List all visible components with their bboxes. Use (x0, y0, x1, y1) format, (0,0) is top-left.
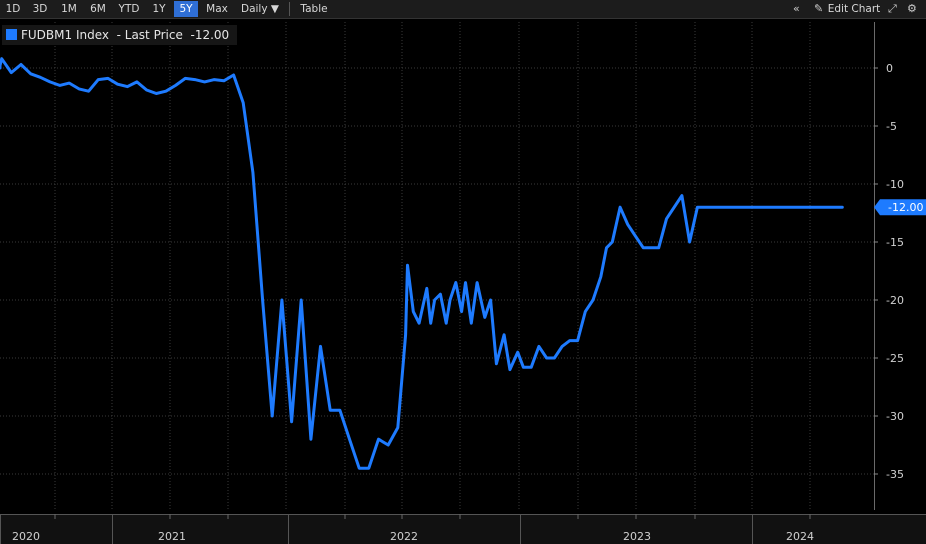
y-tick-label: -20 (886, 294, 904, 307)
y-tick-label: -15 (886, 236, 904, 249)
x-tick-label: 2021 (158, 530, 186, 543)
chart-area: 0 -5 -10 -15 -20 -25 -30 -35 2020 2021 2022 2023 202… (0, 22, 926, 544)
plot-background (0, 22, 874, 510)
y-tick-label: -10 (886, 178, 904, 191)
y-tick-label: -5 (886, 120, 897, 133)
legend-label: FUDBM1 Index - Last Price -12.00 (21, 28, 230, 42)
legend: FUDBM1 Index - Last Price -12.00 (2, 25, 238, 45)
x-tick-label: 2020 (12, 530, 40, 543)
x-tick-label: 2022 (390, 530, 418, 543)
y-tick-label: -25 (886, 352, 904, 365)
y-tick-label: -30 (886, 410, 904, 423)
legend-swatch (6, 29, 17, 40)
y-tick-label: -35 (886, 468, 904, 481)
x-tick-label: 2023 (623, 530, 651, 543)
last-value-label: -12.00 (888, 201, 923, 214)
y-tick-label: 0 (886, 62, 893, 75)
x-tick-label: 2024 (786, 530, 814, 543)
